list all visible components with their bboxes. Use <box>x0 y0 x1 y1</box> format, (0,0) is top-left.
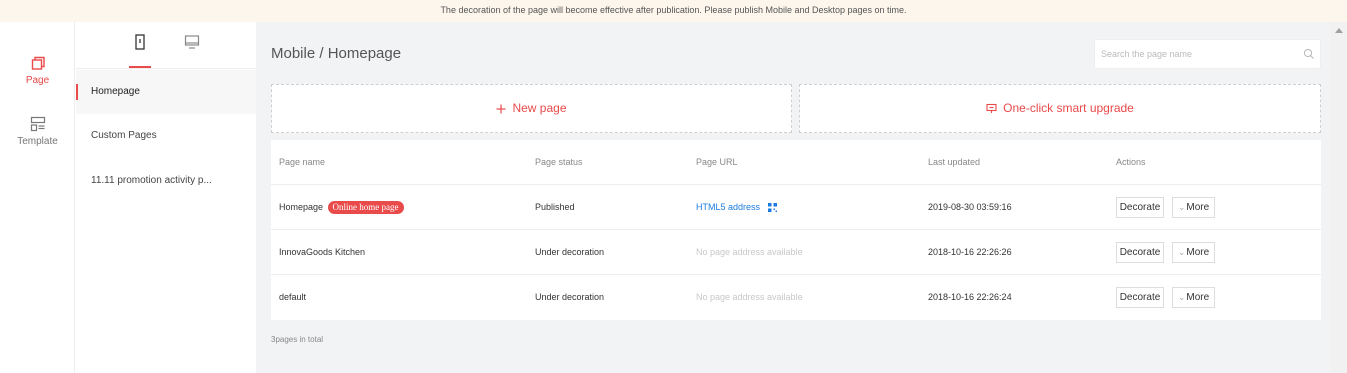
decorate-button[interactable]: Decorate <box>1116 197 1164 218</box>
nav-item-page[interactable]: Page <box>0 55 75 86</box>
chevron-down-icon: ⌄ <box>1177 247 1186 257</box>
col-page-url: Page URL <box>696 157 738 167</box>
new-page-label: New page <box>512 101 567 115</box>
search-box <box>1094 39 1321 69</box>
col-actions: Actions <box>1116 157 1146 167</box>
new-page-button[interactable]: New page <box>271 84 792 133</box>
device-tabs <box>76 22 256 69</box>
nav-page-label: Page <box>25 75 50 86</box>
more-label: More <box>1186 247 1210 258</box>
col-page-status: Page status <box>535 157 583 167</box>
search-input[interactable] <box>1101 46 1291 62</box>
last-updated: 2018-10-16 22:26:24 <box>928 292 1012 302</box>
table-row: Homepage Online home page Published HTML… <box>271 185 1321 230</box>
html5-address-link[interactable]: HTML5 address <box>696 202 760 212</box>
page-name: Homepage <box>279 202 324 212</box>
last-updated: 2018-10-16 22:26:26 <box>928 247 1012 257</box>
col-last-updated: Last updated <box>928 157 981 167</box>
more-button[interactable]: ⌄More <box>1172 242 1215 263</box>
chevron-down-icon: ⌄ <box>1177 202 1186 212</box>
breadcrumb: Mobile / Homepage <box>271 45 402 62</box>
last-updated: 2019-08-30 03:59:16 <box>928 202 1012 212</box>
page-url: No page address available <box>696 292 803 302</box>
qr-code-icon[interactable] <box>767 203 777 213</box>
page-list-item-promotion[interactable]: 11.11 promotion activity p... <box>76 159 256 203</box>
mobile-icon <box>135 34 145 50</box>
tab-mobile[interactable] <box>125 34 155 64</box>
upgrade-label: One-click smart upgrade <box>1003 101 1134 115</box>
smart-upgrade-button[interactable]: One-click smart upgrade <box>799 84 1321 133</box>
table-row: default Under decoration No page address… <box>271 275 1321 320</box>
more-label: More <box>1186 292 1210 303</box>
nav-template-label: Template <box>17 136 58 147</box>
plus-icon <box>496 104 506 114</box>
active-tab-indicator <box>129 66 151 68</box>
decorate-button[interactable]: Decorate <box>1116 287 1164 308</box>
nav-item-template[interactable]: Template <box>0 116 75 147</box>
table-header: Page name Page status Page URL Last upda… <box>271 140 1321 185</box>
page-list-panel: Homepage Custom Pages 11.11 promotion ac… <box>76 22 256 373</box>
upgrade-icon <box>986 104 997 114</box>
page-status: Published <box>535 202 575 212</box>
scroll-up-arrow-icon[interactable] <box>1335 28 1343 33</box>
page-name: default <box>279 292 307 302</box>
page-status: Under decoration <box>535 292 605 302</box>
pages-table: Page name Page status Page URL Last upda… <box>271 140 1321 320</box>
page-list-item-homepage[interactable]: Homepage <box>76 70 256 114</box>
page-name: InnovaGoods Kitchen <box>279 247 366 257</box>
pages-icon <box>31 56 45 70</box>
page-list-item-custom-pages[interactable]: Custom Pages <box>76 114 256 158</box>
total-count: 3pages in total <box>271 335 324 344</box>
tab-desktop[interactable] <box>177 34 207 64</box>
more-button[interactable]: ⌄More <box>1172 197 1215 218</box>
online-home-badge: Online home page <box>327 201 404 215</box>
template-icon <box>30 116 45 132</box>
search-icon[interactable] <box>1303 48 1315 60</box>
decorate-button[interactable]: Decorate <box>1116 242 1164 263</box>
page-status: Under decoration <box>535 247 605 257</box>
table-row: InnovaGoods Kitchen Under decoration No … <box>271 230 1321 275</box>
chevron-down-icon: ⌄ <box>1177 292 1186 302</box>
vertical-scrollbar[interactable] <box>1331 22 1347 373</box>
left-nav: Page Template <box>0 22 75 373</box>
more-button[interactable]: ⌄More <box>1172 287 1215 308</box>
publish-notice-banner: The decoration of the page will become e… <box>0 0 1347 22</box>
more-label: More <box>1186 202 1210 213</box>
page-url: No page address available <box>696 247 803 257</box>
page-url-cell: HTML5 address <box>696 185 777 230</box>
desktop-icon <box>184 35 200 49</box>
col-page-name: Page name <box>279 157 326 167</box>
page-name-cell: Homepage Online home page <box>279 185 404 230</box>
main-content: Mobile / Homepage New page One-click sma… <box>256 22 1331 373</box>
